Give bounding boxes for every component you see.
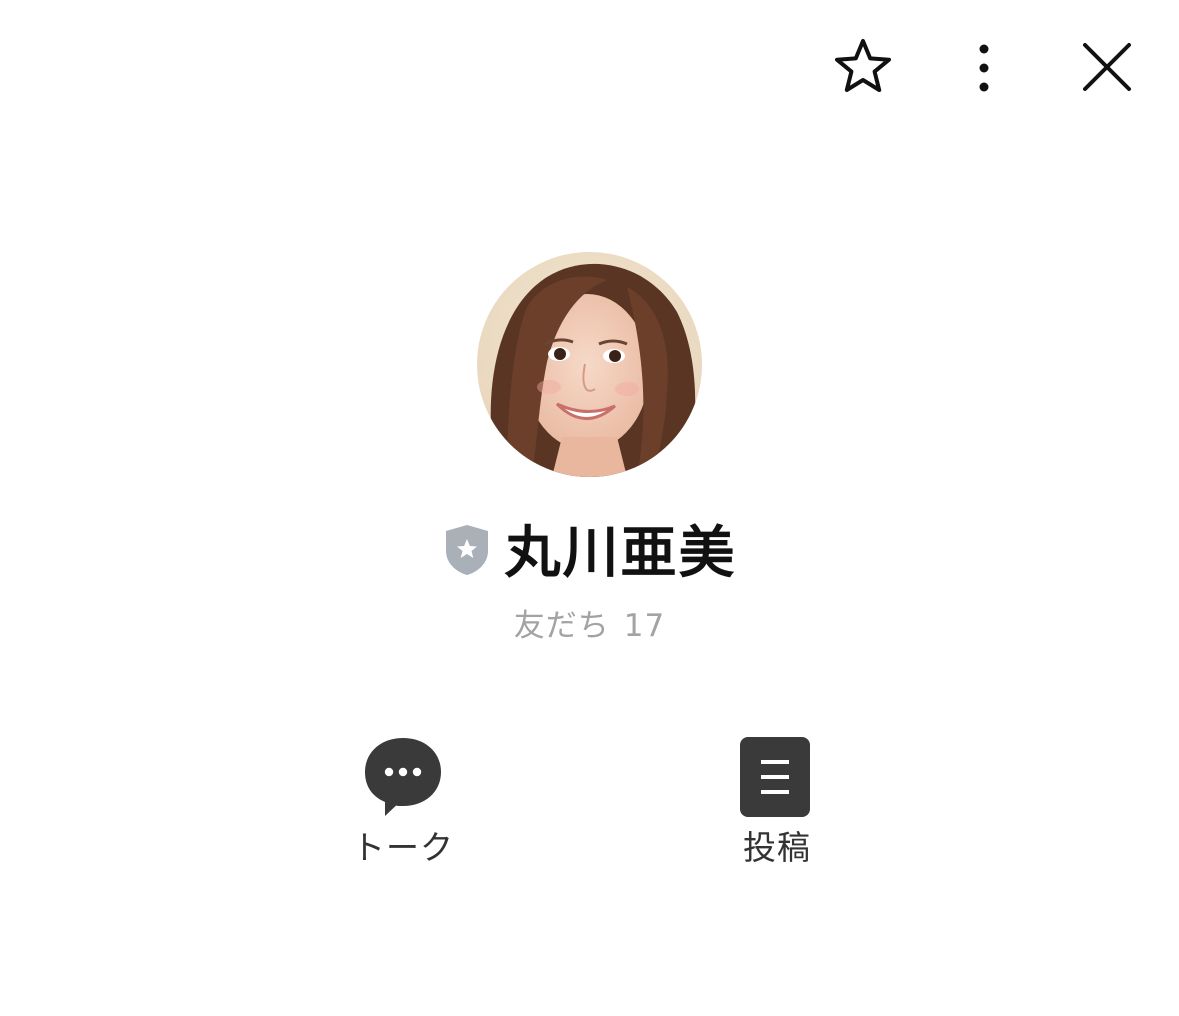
post-list-icon: [740, 737, 810, 817]
chat-bubble-icon: [365, 738, 441, 816]
talk-label: トーク: [352, 828, 454, 867]
star-icon: [835, 39, 891, 92]
more-options-button[interactable]: [960, 38, 1008, 96]
avatar-portrait-image: [477, 252, 702, 477]
profile-name: 丸川亜美: [504, 520, 737, 586]
profile-name-row: 丸川亜美: [0, 508, 1179, 588]
shield-star-icon: [445, 525, 488, 575]
favorite-button[interactable]: [830, 34, 896, 100]
friends-label: 友だち: [513, 608, 610, 644]
profile-avatar[interactable]: [477, 252, 702, 477]
friends-count-text: 友だち 17: [0, 600, 1179, 645]
post-button[interactable]: 投稿: [704, 734, 850, 868]
close-icon: [1083, 43, 1131, 91]
friends-count: 17: [623, 608, 666, 644]
talk-button[interactable]: トーク: [330, 734, 476, 868]
post-label: 投稿: [743, 828, 811, 867]
close-button[interactable]: [1074, 34, 1140, 100]
more-vertical-icon: [979, 44, 989, 92]
